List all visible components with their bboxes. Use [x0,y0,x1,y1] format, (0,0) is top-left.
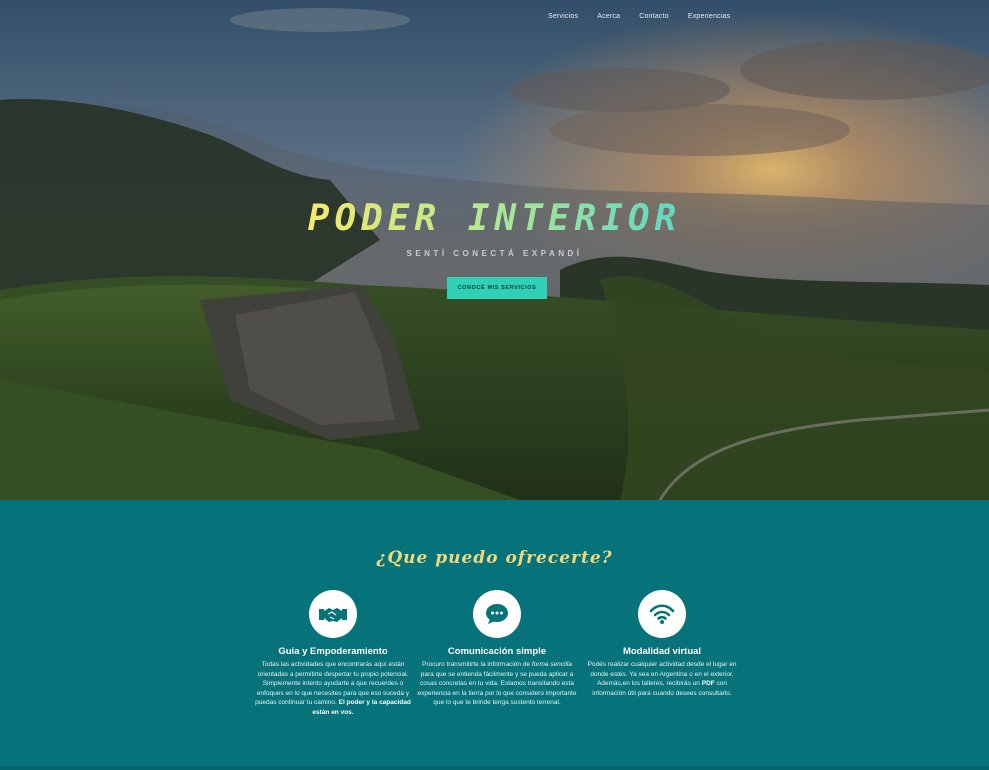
nav-item-experiencias[interactable]: Experiencias [688,13,730,20]
services-heading: ¿Que puedo ofrecerte? [376,548,613,568]
section-bottom-divider [0,766,989,770]
service-card-virtual: Modalidad virtual Podés realizar cualqui… [582,590,742,698]
service-card-guide-text: Todas las actividades que encontrarás aq… [253,660,413,717]
service-card-communication-emphasis: forma sencilla [531,661,572,668]
chat-bubble-icon [473,590,521,638]
services-section: ¿Que puedo ofrecerte? Guia y Empoderamie… [0,500,989,770]
nav-item-contacto[interactable]: Contacto [639,13,669,20]
main-nav: Servicios Acerca Contacto Experiencias [548,13,749,20]
handshake-icon [309,590,357,638]
service-card-communication-text: Procuro transmitirte la información de f… [417,660,577,708]
service-card-virtual-text: Podés realizar cualquier actividad desde… [582,660,742,698]
hero-title-text: PODER INTERIOR [307,198,682,239]
service-card-guide: Guia y Empoderamiento Todas las activida… [253,590,413,717]
services-cta-button[interactable]: CONOCÉ MIS SERVICIOS [447,277,547,299]
nav-item-acerca[interactable]: Acerca [597,13,620,20]
service-card-communication-title: Comunicación simple [447,646,547,657]
service-card-communication-text-a: Procuro transmitirte la información de [422,661,531,668]
service-card-communication: Comunicación simple Procuro transmitirte… [417,590,577,708]
hero-subtitle: SENTÍ CONECTÁ EXPANDÍ [406,249,583,258]
hero-title: PODER INTERIOR [0,198,989,239]
service-card-virtual-bold: PDF [701,680,715,687]
hero-section: Servicios Acerca Contacto Experiencias P… [0,0,989,500]
service-card-communication-text-b: para que se entienda fácilmente y se pue… [417,670,577,707]
service-card-virtual-text-a: Podés realizar cualquier actividad desde… [587,661,737,687]
service-card-virtual-title: Modalidad virtual [622,646,702,657]
wifi-icon [638,590,686,638]
service-card-guide-title: Guia y Empoderamiento [278,646,388,657]
nav-item-servicios[interactable]: Servicios [548,13,578,20]
